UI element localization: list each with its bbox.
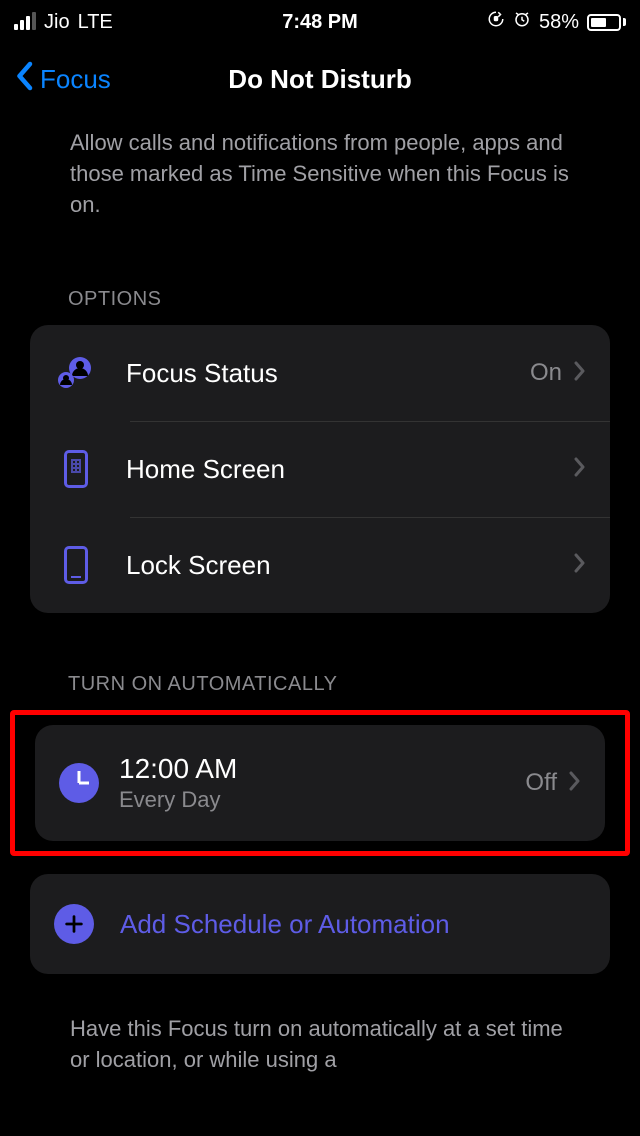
intro-text: Allow calls and notifications from peopl… bbox=[10, 114, 630, 228]
lock-screen-row[interactable]: Lock Screen bbox=[30, 517, 610, 613]
battery-icon bbox=[587, 14, 626, 31]
chevron-right-icon bbox=[574, 361, 586, 386]
add-schedule-label: Add Schedule or Automation bbox=[120, 909, 450, 940]
battery-pct-label: 58% bbox=[539, 11, 579, 34]
schedule-time: 12:00 AM bbox=[119, 753, 525, 785]
focus-status-value: On bbox=[530, 359, 562, 387]
plus-icon bbox=[54, 904, 94, 944]
lock-screen-label: Lock Screen bbox=[126, 550, 574, 581]
footer-text: Have this Focus turn on automatically at… bbox=[10, 974, 630, 1076]
carrier-label: Jio bbox=[44, 11, 70, 34]
options-card: Focus Status On Home Screen Lock Screen bbox=[30, 325, 610, 613]
signal-icon bbox=[14, 14, 36, 30]
focus-status-icon bbox=[54, 351, 98, 395]
add-schedule-button[interactable]: Add Schedule or Automation bbox=[30, 874, 610, 974]
page-title: Do Not Disturb bbox=[228, 64, 411, 95]
highlight-annotation: 12:00 AM Every Day Off bbox=[10, 710, 630, 856]
home-screen-row[interactable]: Home Screen bbox=[30, 421, 610, 517]
home-screen-label: Home Screen bbox=[126, 454, 574, 485]
back-button[interactable]: Focus bbox=[14, 61, 111, 98]
alarm-icon bbox=[513, 10, 531, 34]
clock-label: 7:48 PM bbox=[282, 11, 358, 34]
chevron-right-icon bbox=[574, 553, 586, 578]
lock-screen-icon bbox=[54, 543, 98, 587]
schedule-row[interactable]: 12:00 AM Every Day Off bbox=[35, 725, 605, 841]
nav-bar: Focus Do Not Disturb bbox=[0, 44, 640, 114]
chevron-right-icon bbox=[574, 457, 586, 482]
clock-icon bbox=[59, 763, 99, 803]
options-header: OPTIONS bbox=[10, 228, 630, 325]
status-bar: Jio LTE 7:48 PM 58% bbox=[0, 0, 640, 44]
schedule-state: Off bbox=[525, 769, 557, 797]
automation-header: TURN ON AUTOMATICALLY bbox=[10, 613, 630, 710]
back-label: Focus bbox=[40, 64, 111, 95]
schedule-repeat: Every Day bbox=[119, 787, 525, 813]
home-screen-icon bbox=[54, 447, 98, 491]
focus-status-row[interactable]: Focus Status On bbox=[30, 325, 610, 421]
network-label: LTE bbox=[78, 11, 113, 34]
chevron-right-icon bbox=[569, 771, 581, 796]
rotation-lock-icon bbox=[487, 10, 505, 34]
chevron-left-icon bbox=[14, 61, 34, 98]
focus-status-label: Focus Status bbox=[126, 358, 530, 389]
